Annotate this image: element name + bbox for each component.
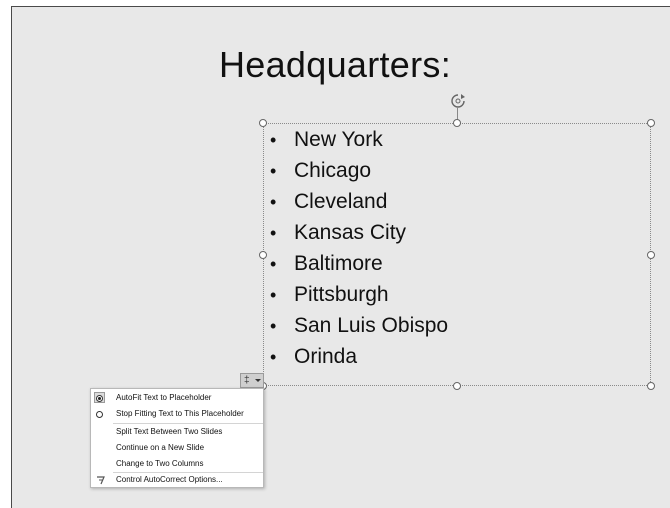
bullet-item[interactable]: • San Luis Obispo <box>270 310 448 341</box>
radio-checked-icon <box>96 395 103 402</box>
autocorrect-lightning-icon <box>97 476 105 485</box>
menu-item-autocorrect-options[interactable]: Control AutoCorrect Options... <box>91 472 263 488</box>
rotate-handle-icon[interactable] <box>450 93 466 109</box>
slide-title[interactable]: Headquarters: <box>0 44 670 86</box>
resize-handle-bottom-right[interactable] <box>647 382 655 390</box>
resize-handle-top-right[interactable] <box>647 119 655 127</box>
menu-item-continue-new-slide[interactable]: Continue on a New Slide <box>91 440 263 456</box>
autofit-options-button[interactable]: ‡ <box>240 373 264 388</box>
autofit-options-icon: ‡ <box>244 375 250 386</box>
bullet-item[interactable]: • Kansas City <box>270 217 448 248</box>
bullet-item[interactable]: • Orinda <box>270 341 448 372</box>
resize-handle-left[interactable] <box>259 251 267 259</box>
resize-handle-top-left[interactable] <box>259 119 267 127</box>
menu-item-stop-fitting[interactable]: Stop Fitting Text to This Placeholder <box>91 406 263 422</box>
resize-handle-bottom[interactable] <box>453 382 461 390</box>
radio-unchecked-icon <box>96 411 103 418</box>
resize-handle-right[interactable] <box>647 251 655 259</box>
bullet-item[interactable]: • Cleveland <box>270 186 448 217</box>
menu-item-split-text[interactable]: Split Text Between Two Slides <box>91 424 263 440</box>
bullet-item[interactable]: • New York <box>270 124 448 155</box>
bullet-item[interactable]: • Chicago <box>270 155 448 186</box>
bullet-item[interactable]: • Pittsburgh <box>270 279 448 310</box>
chevron-down-icon <box>255 379 261 382</box>
menu-item-autofit-text[interactable]: AutoFit Text to Placeholder <box>91 390 263 406</box>
resize-handle-top[interactable] <box>453 119 461 127</box>
bullet-item[interactable]: • Baltimore <box>270 248 448 279</box>
menu-item-two-columns[interactable]: Change to Two Columns <box>91 456 263 472</box>
autofit-options-menu: AutoFit Text to Placeholder Stop Fitting… <box>90 388 264 488</box>
bullet-list[interactable]: • New York • Chicago • Cleveland • Kansas Ci… <box>270 124 448 372</box>
